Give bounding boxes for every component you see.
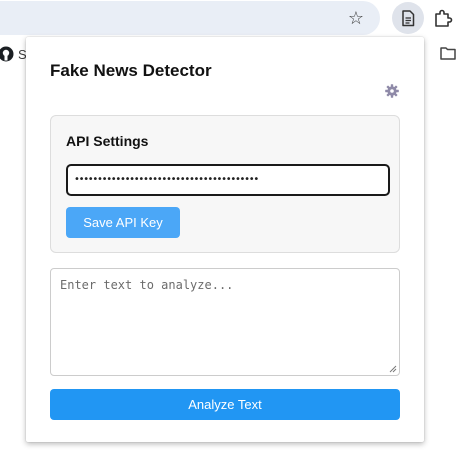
- folder-icon[interactable]: [440, 46, 456, 65]
- github-icon: [0, 46, 14, 62]
- resize-handle-icon[interactable]: [389, 365, 397, 373]
- save-api-key-button[interactable]: Save API Key: [66, 207, 180, 238]
- analyze-text-input[interactable]: Enter text to analyze...: [50, 268, 400, 376]
- popup-title: Fake News Detector: [50, 61, 212, 80]
- analyze-text-button[interactable]: Analyze Text: [50, 389, 400, 420]
- extensions-puzzle-icon[interactable]: [428, 2, 458, 34]
- extension-document-icon[interactable]: [392, 2, 424, 34]
- bookmark-star-icon[interactable]: ☆: [343, 5, 369, 31]
- text-input-placeholder: Enter text to analyze...: [60, 278, 234, 292]
- gear-icon[interactable]: [384, 83, 400, 99]
- api-settings-heading: API Settings: [66, 133, 149, 149]
- address-bar[interactable]: [0, 1, 380, 35]
- api-key-input[interactable]: ••••••••••••••••••••••••••••••••••••••••: [66, 164, 390, 196]
- extension-popup: Fake News Detector API Settings ••••••••…: [26, 37, 424, 442]
- api-settings-card: API Settings •••••••••••••••••••••••••••…: [50, 115, 400, 253]
- browser-toolbar: ☆: [0, 0, 459, 38]
